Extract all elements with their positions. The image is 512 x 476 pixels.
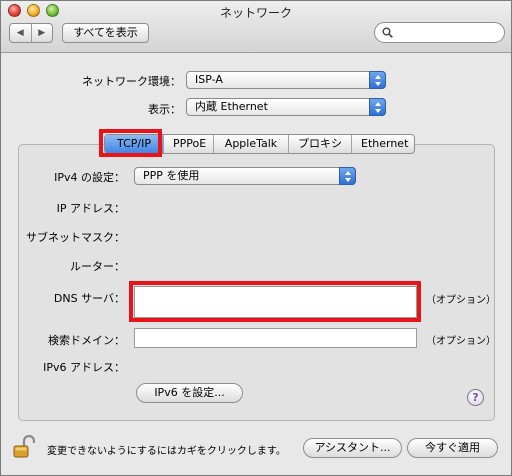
back-arrow-icon: ◀: [16, 28, 24, 38]
search-domain-label: 検索ドメイン：: [48, 334, 125, 347]
show-value: 内蔵 Ethernet: [195, 100, 268, 113]
tab-highlight-box: [99, 129, 162, 157]
search-domain-field[interactable]: [134, 328, 417, 348]
search-domain-optional-label: （オプション）: [426, 336, 496, 347]
question-mark-icon: ?: [472, 391, 479, 404]
window-title: ネットワーク: [219, 6, 292, 20]
help-button[interactable]: ?: [467, 389, 484, 406]
dns-optional-label: （オプション）: [426, 295, 496, 306]
dns-label: DNS サーバ：: [53, 292, 125, 305]
search-icon: [382, 27, 393, 38]
lock-icon[interactable]: [13, 435, 35, 459]
location-popup[interactable]: ISP-A: [186, 71, 386, 89]
forward-arrow-icon: ▶: [38, 28, 46, 38]
show-label: 表示：: [148, 103, 181, 116]
popup-arrows-icon: [369, 71, 386, 89]
configure-ipv6-button[interactable]: IPv6 を設定...: [136, 383, 243, 403]
location-value: ISP-A: [195, 73, 223, 86]
tab-pppoe[interactable]: PPPoE: [163, 135, 213, 153]
dns-highlight-box: [129, 281, 421, 322]
ip-address-label: IP アドレス：: [56, 202, 125, 215]
search-input[interactable]: [374, 22, 505, 43]
ipv4-label: IPv4 の設定：: [54, 171, 125, 184]
tab-proxy[interactable]: プロキシ: [288, 135, 351, 153]
subnet-mask-label: サブネットマスク：: [26, 231, 125, 244]
tab-ethernet[interactable]: Ethernet: [351, 135, 414, 153]
network-preferences-window: ネットワーク ◀ ▶ すべてを表示 ネットワーク環境： ISP-A 表示： 内蔵…: [0, 0, 512, 476]
router-label: ルーター：: [70, 260, 125, 273]
tab-appletalk[interactable]: AppleTalk: [213, 135, 288, 153]
lock-instruction-text: 変更できないようにするにはカギをクリックします。: [47, 446, 286, 457]
show-all-button[interactable]: すべてを表示: [62, 23, 149, 43]
show-popup[interactable]: 内蔵 Ethernet: [186, 98, 386, 116]
back-button[interactable]: ◀: [10, 24, 31, 42]
toolbar: ネットワーク ◀ ▶ すべてを表示: [1, 1, 511, 53]
ipv6-address-label: IPv6 アドレス：: [43, 361, 125, 374]
assistant-button[interactable]: アシスタント...: [303, 438, 402, 458]
apply-now-button[interactable]: 今すぐ適用: [407, 438, 498, 458]
ipv4-popup[interactable]: PPP を使用: [134, 167, 356, 185]
popup-arrows-icon: [369, 98, 386, 116]
popup-arrows-icon: [339, 167, 356, 185]
forward-button[interactable]: ▶: [30, 24, 53, 42]
back-forward-control: ◀ ▶: [9, 23, 53, 43]
location-label: ネットワーク環境：: [82, 75, 181, 88]
ipv4-value: PPP を使用: [143, 169, 200, 182]
